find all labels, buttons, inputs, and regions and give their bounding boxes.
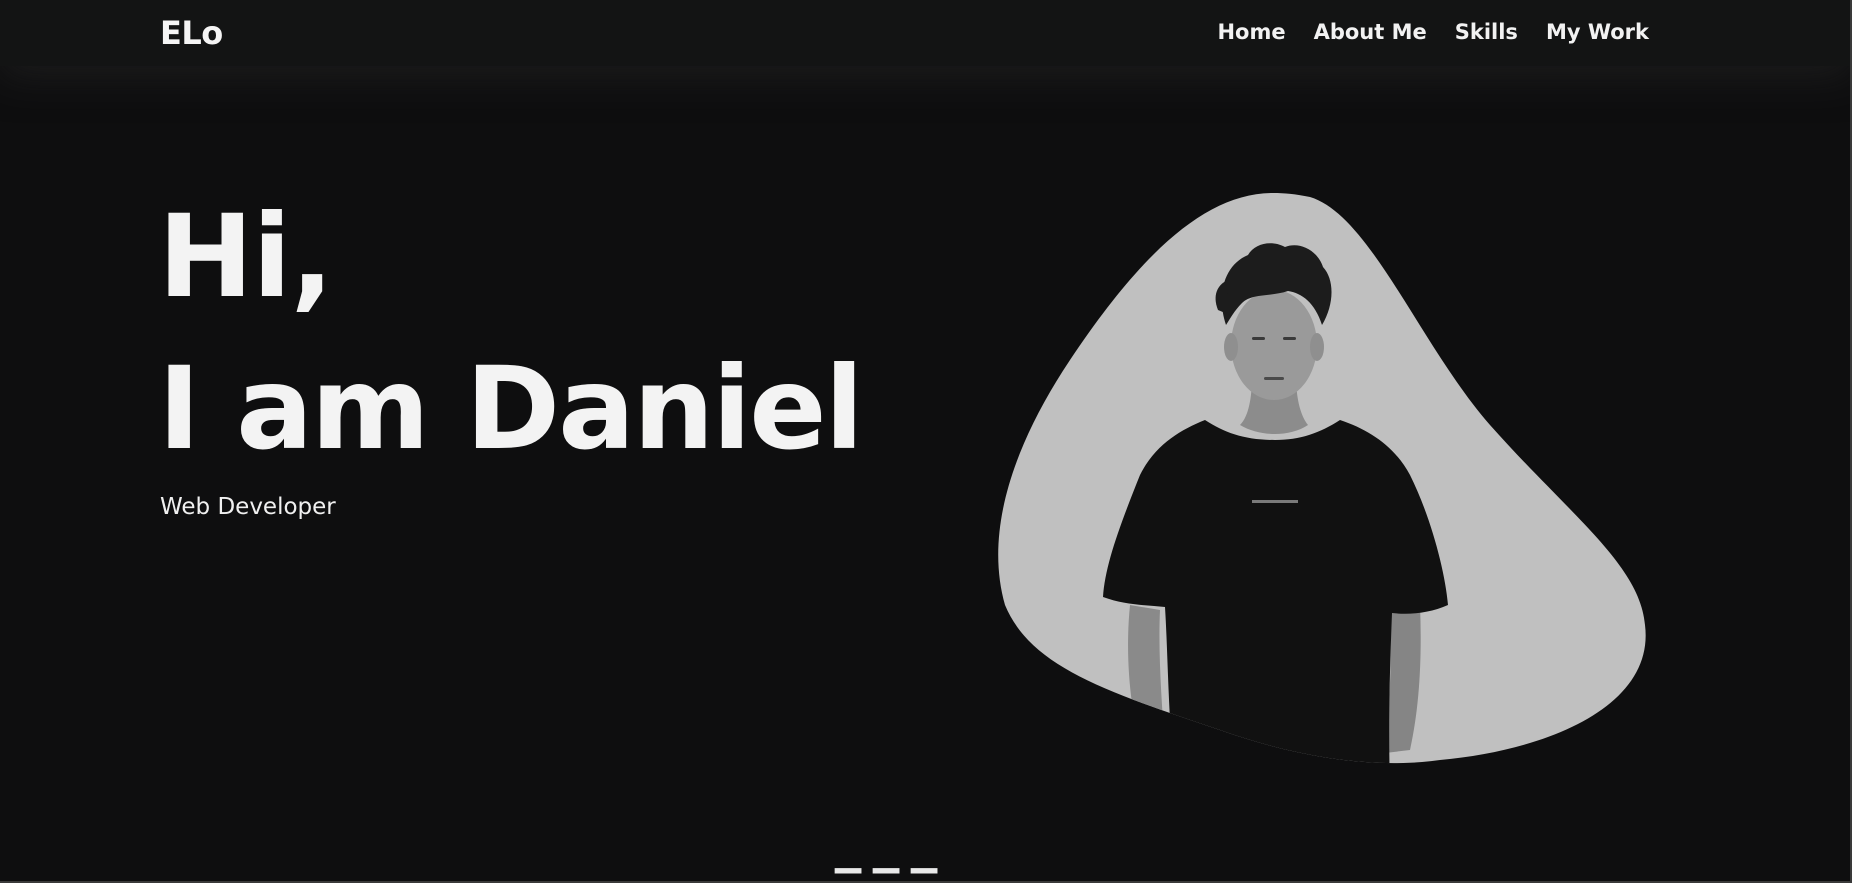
hero-greeting: Hi,: [158, 190, 334, 323]
portfolio-page: ELo Home About Me Skills My Work Hi, I a…: [0, 0, 1852, 883]
hero-role: Web Developer: [160, 494, 336, 520]
person-portrait-icon: [990, 185, 1650, 770]
nav-link-my-work[interactable]: My Work: [1546, 20, 1649, 44]
nav-link-skills[interactable]: Skills: [1455, 20, 1518, 44]
navbar: ELo Home About Me Skills My Work: [0, 0, 1852, 66]
nav-link-about-me[interactable]: About Me: [1314, 20, 1427, 44]
nav-link-home[interactable]: Home: [1217, 20, 1285, 44]
hero-name-heading: I am Daniel: [158, 342, 864, 475]
nav-menu: Home About Me Skills My Work: [1217, 20, 1649, 44]
site-logo[interactable]: ELo: [160, 14, 223, 52]
